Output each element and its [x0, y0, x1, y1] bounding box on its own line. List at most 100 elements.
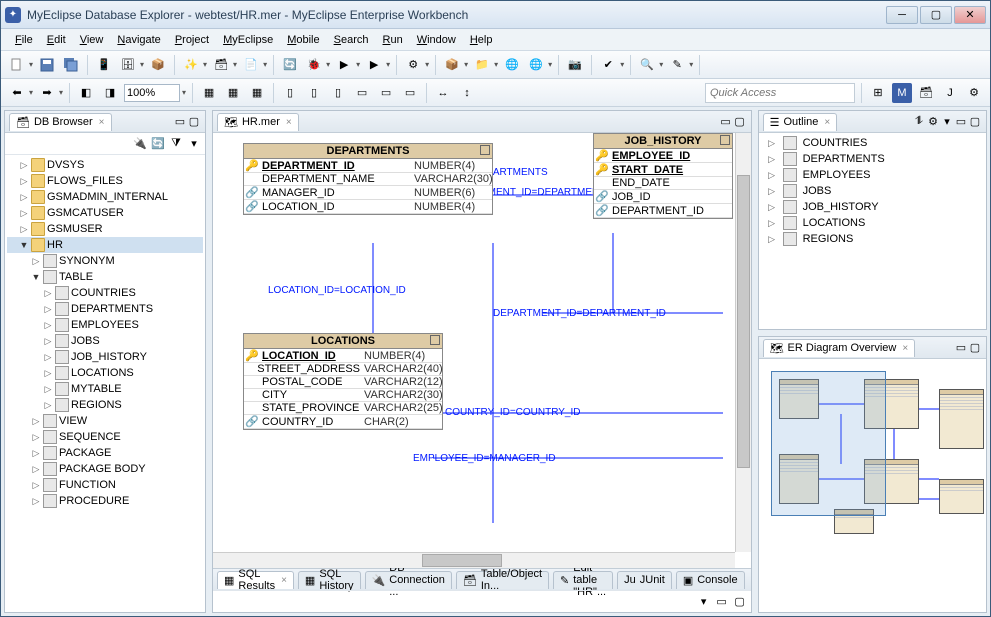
expand-icon[interactable]: ▷ — [19, 192, 29, 203]
entity-column[interactable]: 🔗COUNTRY_IDCHAR(2) — [244, 415, 442, 429]
new-icon[interactable] — [7, 55, 27, 75]
camera-icon[interactable]: 📷 — [565, 55, 585, 75]
tree-node[interactable]: ▼TABLE — [7, 269, 203, 285]
expand-icon[interactable]: ▷ — [43, 336, 53, 347]
menu-edit[interactable]: Edit — [41, 32, 72, 48]
bottom-tab[interactable]: ▣Console — [676, 571, 745, 589]
dropdown-icon[interactable]: ▾ — [263, 60, 267, 69]
tree-node[interactable]: ▷GSMADMIN_INTERNAL — [7, 189, 203, 205]
align-t-icon[interactable]: ▭ — [352, 83, 372, 103]
expand-icon[interactable]: ▷ — [43, 352, 53, 363]
menu-myeclipse[interactable]: MyEclipse — [217, 32, 279, 48]
tree-node[interactable]: ▷REGIONS — [7, 397, 203, 413]
outline-item[interactable]: ▷LOCATIONS — [761, 215, 984, 231]
save-icon[interactable] — [37, 55, 57, 75]
minimize-icon[interactable]: ▭ — [715, 595, 729, 609]
tool-b-icon[interactable]: ◨ — [100, 83, 120, 103]
expand-icon[interactable]: ▷ — [767, 138, 777, 149]
expand-icon[interactable]: ▷ — [31, 256, 41, 267]
dropdown-icon[interactable]: ▾ — [464, 60, 468, 69]
menu-navigate[interactable]: Navigate — [111, 32, 166, 48]
connect-icon[interactable]: 🔌 — [133, 137, 147, 151]
vertical-scrollbar[interactable] — [735, 133, 751, 552]
folder-icon[interactable]: 📁 — [472, 55, 492, 75]
validate-icon[interactable]: ✔ — [598, 55, 618, 75]
expand-icon[interactable]: ▷ — [43, 368, 53, 379]
expand-icon[interactable]: ▷ — [767, 234, 777, 245]
expand-icon[interactable]: ▷ — [31, 448, 41, 459]
outline-item[interactable]: ▷DEPARTMENTS — [761, 151, 984, 167]
outline-item[interactable]: ▷JOB_HISTORY — [761, 199, 984, 215]
tree-node[interactable]: ▷FLOWS_FILES — [7, 173, 203, 189]
expand-icon[interactable]: ▷ — [43, 304, 53, 315]
expand-icon[interactable]: ▷ — [767, 202, 777, 213]
perspective-db-icon[interactable]: 🗃 — [916, 83, 936, 103]
tree-node[interactable]: ▷JOB_HISTORY — [7, 349, 203, 365]
outline-item[interactable]: ▷JOBS — [761, 183, 984, 199]
dropdown-icon[interactable]: ▾ — [494, 60, 498, 69]
menu-search[interactable]: Search — [328, 32, 375, 48]
tree-node[interactable]: ▷GSMCATUSER — [7, 205, 203, 221]
expand-icon[interactable]: ▷ — [767, 154, 777, 165]
view-menu-icon[interactable]: ▾ — [697, 595, 711, 609]
outline-list[interactable]: ▷COUNTRIES▷DEPARTMENTS▷EMPLOYEES▷JOBS▷JO… — [759, 133, 986, 329]
align-b-icon[interactable]: ▭ — [400, 83, 420, 103]
device-icon[interactable]: 📱 — [94, 55, 114, 75]
entity-column[interactable]: 🔑LOCATION_IDNUMBER(4) — [244, 349, 442, 363]
expand-icon[interactable]: ▷ — [31, 496, 41, 507]
entity-menu-icon[interactable] — [430, 335, 440, 345]
bottom-tab[interactable]: JuJUnit — [617, 571, 672, 589]
entity-menu-icon[interactable] — [480, 145, 490, 155]
size-w-icon[interactable]: ↔ — [433, 83, 453, 103]
menu-view[interactable]: View — [74, 32, 110, 48]
entity-column[interactable]: STREET_ADDRESSVARCHAR2(40) — [244, 363, 442, 376]
expand-icon[interactable]: ▷ — [19, 160, 29, 171]
bottom-tab[interactable]: ▦SQL Results× — [217, 571, 294, 589]
tree-node[interactable]: ▷VIEW — [7, 413, 203, 429]
minimize-button[interactable]: ─ — [886, 6, 918, 24]
expand-icon[interactable]: ▷ — [43, 288, 53, 299]
edit-icon[interactable]: ✎ — [667, 55, 687, 75]
db-icon[interactable]: 🗃 — [211, 55, 231, 75]
entity-column[interactable]: CITYVARCHAR2(30) — [244, 389, 442, 402]
minimize-icon[interactable]: ▭ — [954, 341, 968, 355]
grid-b-icon[interactable]: ▦ — [223, 83, 243, 103]
entity-column[interactable]: 🔗JOB_ID — [594, 190, 732, 204]
entity-column[interactable]: END_DATE — [594, 177, 732, 190]
expand-icon[interactable]: ▷ — [43, 400, 53, 411]
perspective-open-icon[interactable]: ⊞ — [868, 83, 888, 103]
close-icon[interactable]: × — [902, 343, 908, 354]
overview-viewport[interactable] — [771, 371, 886, 516]
expand-icon[interactable]: ▷ — [767, 170, 777, 181]
refresh-icon[interactable]: 🔄 — [280, 55, 300, 75]
save-all-icon[interactable] — [61, 55, 81, 75]
expand-icon[interactable]: ▷ — [31, 432, 41, 443]
minimize-icon[interactable]: ▭ — [719, 115, 733, 129]
bottom-tab[interactable]: 🗃Table/Object In... — [456, 571, 549, 589]
dropdown-icon[interactable]: ▾ — [233, 60, 237, 69]
tree-node[interactable]: ▷DEPARTMENTS — [7, 301, 203, 317]
web2-icon[interactable]: 🌐 — [526, 55, 546, 75]
er-canvas[interactable]: DEPARTMENTSDEPARTMENT_ID=DEPARTMENT_IDLO… — [213, 133, 751, 568]
entity-departments[interactable]: DEPARTMENTS 🔑DEPARTMENT_IDNUMBER(4)DEPAR… — [243, 143, 493, 215]
filter-icon[interactable]: ⚙ — [926, 115, 940, 129]
bottom-tab[interactable]: 🔌DB Connection ... — [365, 571, 452, 589]
filter-icon[interactable]: ⧩ — [169, 137, 183, 151]
maximize-icon[interactable]: ▢ — [733, 115, 747, 129]
maximize-icon[interactable]: ▢ — [733, 595, 747, 609]
expand-icon[interactable]: ▼ — [19, 240, 29, 250]
search-icon[interactable]: 🔍 — [637, 55, 657, 75]
dropdown-icon[interactable]: ▾ — [548, 60, 552, 69]
entity-column[interactable]: STATE_PROVINCEVARCHAR2(25) — [244, 402, 442, 415]
horizontal-scrollbar[interactable] — [213, 552, 735, 568]
server-icon[interactable]: 🗄 — [118, 55, 138, 75]
expand-icon[interactable]: ▼ — [31, 272, 41, 282]
expand-icon[interactable]: ▷ — [767, 218, 777, 229]
package-icon[interactable]: 📦 — [442, 55, 462, 75]
menu-help[interactable]: Help — [464, 32, 499, 48]
run-icon[interactable]: ▶ — [334, 55, 354, 75]
run-last-icon[interactable]: ▶ — [364, 55, 384, 75]
dropdown-icon[interactable]: ▾ — [29, 88, 33, 97]
tab-er-overview[interactable]: 🗺 ER Diagram Overview × — [763, 339, 916, 357]
tree-node[interactable]: ▼HR — [7, 237, 203, 253]
